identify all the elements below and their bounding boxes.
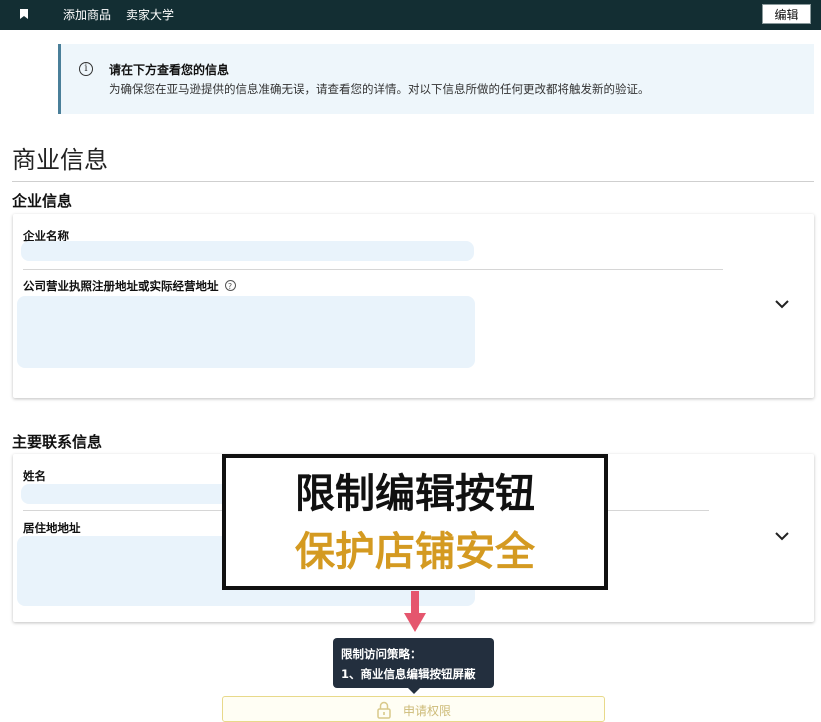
tooltip-pointer [408, 688, 420, 694]
annotation-line-2: 保护店铺安全 [295, 529, 535, 575]
arrow-down-icon [404, 591, 426, 632]
help-icon[interactable]: ? [224, 280, 236, 291]
business-info-card: 企业名称 公司营业执照注册地址或实际经营地址? [13, 214, 814, 398]
company-name-value-redacted [21, 241, 474, 261]
access-policy-tooltip: 限制访问策略： 1、商业信息编辑按钮屏蔽 [333, 638, 494, 688]
title-divider [12, 181, 814, 182]
info-icon: i [79, 62, 93, 76]
chevron-down-icon[interactable] [774, 531, 790, 541]
request-permission-button[interactable]: 申请权限 [222, 696, 605, 722]
nav-seller-university[interactable]: 卖家大学 [126, 6, 174, 24]
chevron-down-icon[interactable] [774, 299, 790, 309]
bookmark-icon[interactable] [20, 9, 28, 19]
top-navigation-bar: 添加商品 卖家大学 编辑 [0, 0, 821, 30]
annotation-callout: 限制编辑按钮 保护店铺安全 [222, 454, 608, 590]
info-title: 请在下方查看您的信息 [109, 63, 230, 77]
nav-add-product[interactable]: 添加商品 [63, 6, 111, 24]
annotation-line-1: 限制编辑按钮 [295, 471, 535, 517]
business-address-value-redacted [17, 296, 475, 368]
business-address-label: 公司营业执照注册地址或实际经营地址? [23, 278, 236, 294]
info-text: 为确保您在亚马逊提供的信息准确无误，请查看您的详情。对以下信息所做的任何更改都将… [109, 82, 650, 96]
contact-section-title: 主要联系信息 [12, 433, 103, 451]
business-section-title: 企业信息 [12, 192, 73, 210]
residential-address-label: 居住地地址 [23, 521, 81, 535]
name-label: 姓名 [23, 469, 46, 483]
tooltip-line-2: 1、商业信息编辑按钮屏蔽 [341, 667, 476, 681]
page-title: 商业信息 [12, 146, 108, 174]
tooltip-line-1: 限制访问策略： [341, 647, 422, 661]
request-permission-label: 申请权限 [403, 704, 452, 718]
lock-icon [377, 701, 391, 719]
edit-button[interactable]: 编辑 [762, 4, 811, 24]
field-divider [23, 269, 723, 270]
info-alert: i 请在下方查看您的信息 为确保您在亚马逊提供的信息准确无误，请查看您的详情。对… [58, 44, 814, 114]
